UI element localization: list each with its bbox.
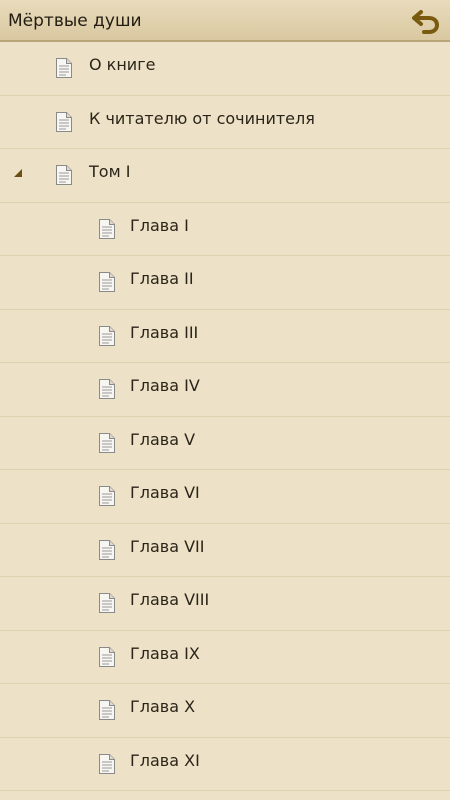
expand-arrow-icon[interactable] <box>14 169 22 177</box>
document-icon <box>97 485 117 507</box>
toc-item[interactable]: Глава III <box>0 310 450 363</box>
document-icon <box>97 218 117 240</box>
toc-item[interactable]: Глава I <box>0 203 450 256</box>
document-icon <box>97 325 117 347</box>
toc-item[interactable]: Глава XI <box>0 738 450 791</box>
toc-item-label: Глава IV <box>130 376 200 395</box>
toc-item-label: О книге <box>89 55 156 74</box>
toc-item-label: Глава XI <box>130 750 200 770</box>
toc-item[interactable]: Глава X <box>0 684 450 738</box>
toc-item[interactable]: Глава VI <box>0 470 450 524</box>
document-icon <box>97 646 117 668</box>
document-icon <box>97 271 117 293</box>
document-icon <box>54 111 74 133</box>
toc-item[interactable]: Том I <box>0 149 450 203</box>
toc-item-label: Глава V <box>130 429 196 449</box>
document-icon <box>54 57 74 79</box>
document-icon <box>97 378 117 400</box>
back-arrow-icon <box>412 10 440 34</box>
document-icon <box>97 592 117 614</box>
page-title: Мёртвые души <box>8 11 142 31</box>
toc-item-label: Глава X <box>130 697 196 716</box>
toc-item[interactable]: О книге <box>0 42 450 96</box>
toc-item-label: Глава I <box>130 215 189 235</box>
toc-item-label: Глава VII <box>130 536 205 556</box>
toc-item[interactable]: К читателю от сочинителя <box>0 96 450 149</box>
toc-item-label: Том I <box>89 162 131 181</box>
document-icon <box>97 432 117 454</box>
back-button[interactable] <box>410 5 442 37</box>
toc-item[interactable]: Глава II <box>0 256 450 310</box>
toc-item-label: Глава VIII <box>130 590 210 609</box>
toc-item-label: Глава VI <box>130 483 200 502</box>
table-of-contents: О книге К читателю от сочинителя Том I Глав… <box>0 42 450 800</box>
document-icon <box>97 753 117 775</box>
toc-item[interactable]: Глава VIII <box>0 577 450 631</box>
toc-item[interactable]: Глава V <box>0 417 450 470</box>
toc-item[interactable]: Глава VII <box>0 524 450 577</box>
document-icon <box>54 164 74 186</box>
toc-item[interactable]: Глава IX <box>0 631 450 684</box>
document-icon <box>97 539 117 561</box>
document-icon <box>97 699 117 721</box>
app-header: Мёртвые души <box>0 0 450 42</box>
toc-item-label: Глава IX <box>130 643 200 663</box>
toc-item-label: К читателю от сочинителя <box>89 108 315 128</box>
toc-item-label: Глава III <box>130 322 199 342</box>
toc-item[interactable]: Глава IV <box>0 363 450 417</box>
toc-item-label: Глава II <box>130 269 194 288</box>
